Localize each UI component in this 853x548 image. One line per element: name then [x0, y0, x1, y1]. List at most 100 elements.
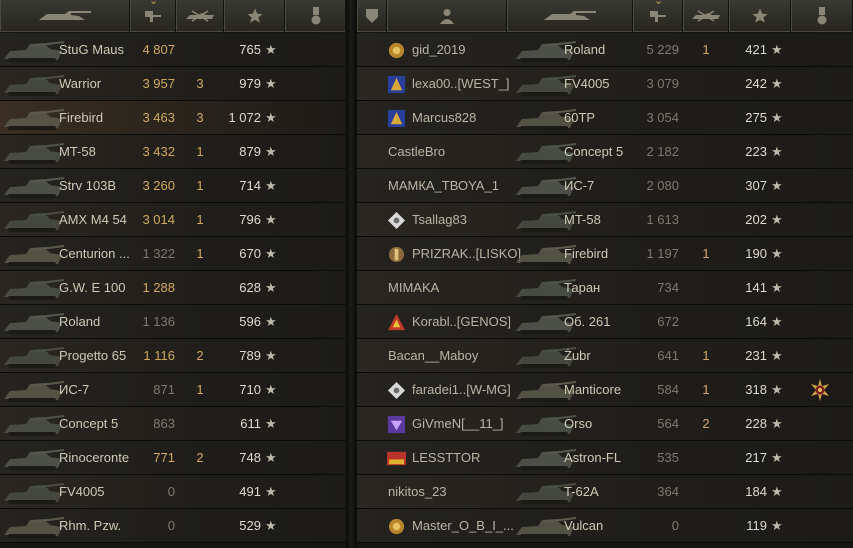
player-row[interactable]: Master_O_B_I_... Vulcan 0 119 ★ [357, 509, 853, 543]
player-name[interactable]: CastleBro [388, 135, 522, 169]
player-name[interactable]: Korabl..[GENOS] [412, 305, 522, 339]
star-icon: ★ [265, 280, 277, 295]
star-icon: ★ [771, 518, 783, 533]
player-name[interactable]: МАМКА_ТВОYA_1 [388, 169, 522, 203]
player-name[interactable]: GiVmeN[__11_] [412, 407, 522, 441]
star-icon [247, 8, 262, 23]
battles-icon [650, 11, 666, 22]
vehicle-row[interactable]: Rhm. Pzw. 0 529 ★ [0, 509, 346, 543]
player-name[interactable]: gid_2019 [412, 33, 522, 67]
vehicle-row[interactable]: Warrior 3 957 3 979 ★ [0, 67, 346, 101]
player-name[interactable]: PRIZRAK..[LISKO] [412, 237, 522, 271]
player-name[interactable]: Bacan__Maboy [388, 339, 522, 373]
player-row[interactable]: Korabl..[GENOS] Об. 261 672 164 ★ [357, 305, 853, 339]
award-column-header[interactable] [791, 0, 853, 32]
star-icon: ★ [771, 178, 783, 193]
star-icon: ★ [771, 246, 783, 261]
rating-value: 748 [239, 450, 261, 465]
star-icon: ★ [265, 484, 277, 499]
player-row[interactable]: MIMAKA Таран 734 141 ★ [357, 271, 853, 305]
player-name[interactable]: nikitos_23 [388, 475, 522, 509]
medals-column-header[interactable] [683, 0, 729, 32]
vehicle-row[interactable]: StuG Maus 4 807 765 ★ [0, 33, 346, 67]
tank-column-header[interactable] [0, 0, 130, 32]
award-column-header[interactable] [285, 0, 346, 32]
rating-value: 714 [239, 178, 261, 193]
star-icon: ★ [771, 280, 783, 295]
player-row[interactable]: Tsallag83 MT-58 1 613 202 ★ [357, 203, 853, 237]
star-icon: ★ [771, 416, 783, 431]
tank-name: Firebird [59, 110, 104, 125]
vehicle-row[interactable]: Concept 5 863 611 ★ [0, 407, 346, 441]
player-column-header[interactable] [387, 0, 507, 32]
star-icon: ★ [265, 450, 277, 465]
player-row[interactable]: CastleBro Concept 5 2 182 223 ★ [357, 135, 853, 169]
rating-column-header[interactable] [224, 0, 285, 32]
vehicle-row[interactable]: Centurion ... 1 322 1 670 ★ [0, 237, 346, 271]
clan-emblem-icon [387, 109, 406, 128]
battles-column-header[interactable] [633, 0, 683, 32]
medals-count: 3 [196, 76, 204, 91]
vehicle-row[interactable]: G.W. E 100 1 288 628 ★ [0, 271, 346, 305]
vehicle-row[interactable]: Rinoceronte 771 2 748 ★ [0, 441, 346, 475]
player-row[interactable]: МАМКА_ТВОYA_1 ИС-7 2 080 307 ★ [357, 169, 853, 203]
rating-value: 231 [745, 348, 767, 363]
battles-column-header[interactable] [130, 0, 176, 32]
tank-name: Strv 103B [59, 178, 117, 193]
player-name[interactable]: Marcus828 [412, 101, 522, 135]
medals-column-header[interactable] [176, 0, 224, 32]
player-name[interactable]: MIMAKA [388, 271, 522, 305]
player-row[interactable]: GiVmeN[__11_] Orso 564 2 228 ★ [357, 407, 853, 441]
rating-value: 202 [745, 212, 767, 227]
star-icon: ★ [265, 518, 277, 533]
battles-count: 672 [657, 314, 679, 329]
player-row[interactable]: Marcus828 60TP 3 054 275 ★ [357, 101, 853, 135]
player-row[interactable]: faradei1..[W-MG] Manticore 584 1 318 ★ [357, 373, 853, 407]
medal-icon [311, 7, 320, 25]
vehicle-row[interactable]: FV4005 0 491 ★ [0, 475, 346, 509]
player-name[interactable]: Master_O_B_I_... [412, 509, 522, 543]
star-icon: ★ [265, 382, 277, 397]
player-row[interactable]: LESSTTOR Astron-FL 535 217 ★ [357, 441, 853, 475]
tank-name: Progetto 65 [59, 348, 127, 363]
battles-count: 1 613 [646, 212, 679, 227]
player-row[interactable]: lexa00..[WEST_] FV4005 3 079 242 ★ [357, 67, 853, 101]
battles-count: 3 463 [142, 110, 175, 125]
player-name[interactable]: lexa00..[WEST_] [412, 67, 522, 101]
tank-column-header[interactable] [507, 0, 633, 32]
player-row[interactable]: Bacan__Maboy Żubr 641 1 231 ★ [357, 339, 853, 373]
medals-count: 2 [702, 416, 710, 431]
player-name[interactable]: LESSTTOR [412, 441, 522, 475]
rating-column-header[interactable] [729, 0, 791, 32]
vehicle-row[interactable]: ИС-7 871 1 710 ★ [0, 373, 346, 407]
vehicle-row[interactable]: Strv 103B 3 260 1 714 ★ [0, 169, 346, 203]
clan-emblem-icon [388, 246, 405, 263]
star-icon: ★ [265, 416, 277, 431]
player-row[interactable]: gid_2019 Roland 5 229 1 421 ★ [357, 33, 853, 67]
player-row[interactable]: nikitos_23 T-62A 364 184 ★ [357, 475, 853, 509]
star-icon: ★ [265, 144, 277, 159]
player-name[interactable]: faradei1..[W-MG] [412, 373, 522, 407]
medal-award-icon[interactable] [808, 378, 832, 402]
tank-name: Żubr [564, 348, 591, 363]
tank-name: MT-58 [59, 144, 96, 159]
star-icon [752, 8, 768, 23]
vehicle-row[interactable]: MT-58 3 432 1 879 ★ [0, 135, 346, 169]
battles-count: 3 079 [646, 76, 679, 91]
player-name[interactable]: Tsallag83 [412, 203, 522, 237]
star-icon: ★ [265, 42, 277, 57]
clan-emblem-icon [387, 381, 406, 400]
rating-value: 164 [745, 314, 767, 329]
medals-count: 1 [702, 382, 710, 397]
rating-value: 765 [239, 42, 261, 57]
player-row[interactable]: PRIZRAK..[LISKO] Firebird 1 197 1 190 ★ [357, 237, 853, 271]
rating-value: 670 [239, 246, 261, 261]
vehicle-row[interactable]: Firebird 3 463 3 1 072 ★ [0, 101, 346, 135]
battles-count: 1 197 [646, 246, 679, 261]
vehicle-row[interactable]: AMX M4 54 3 014 1 796 ★ [0, 203, 346, 237]
medals-count [692, 271, 720, 305]
clan-column-header[interactable] [357, 0, 387, 32]
tank-silhouette-icon [4, 347, 64, 368]
vehicle-row[interactable]: Roland 1 136 596 ★ [0, 305, 346, 339]
vehicle-row[interactable]: Progetto 65 1 116 2 789 ★ [0, 339, 346, 373]
